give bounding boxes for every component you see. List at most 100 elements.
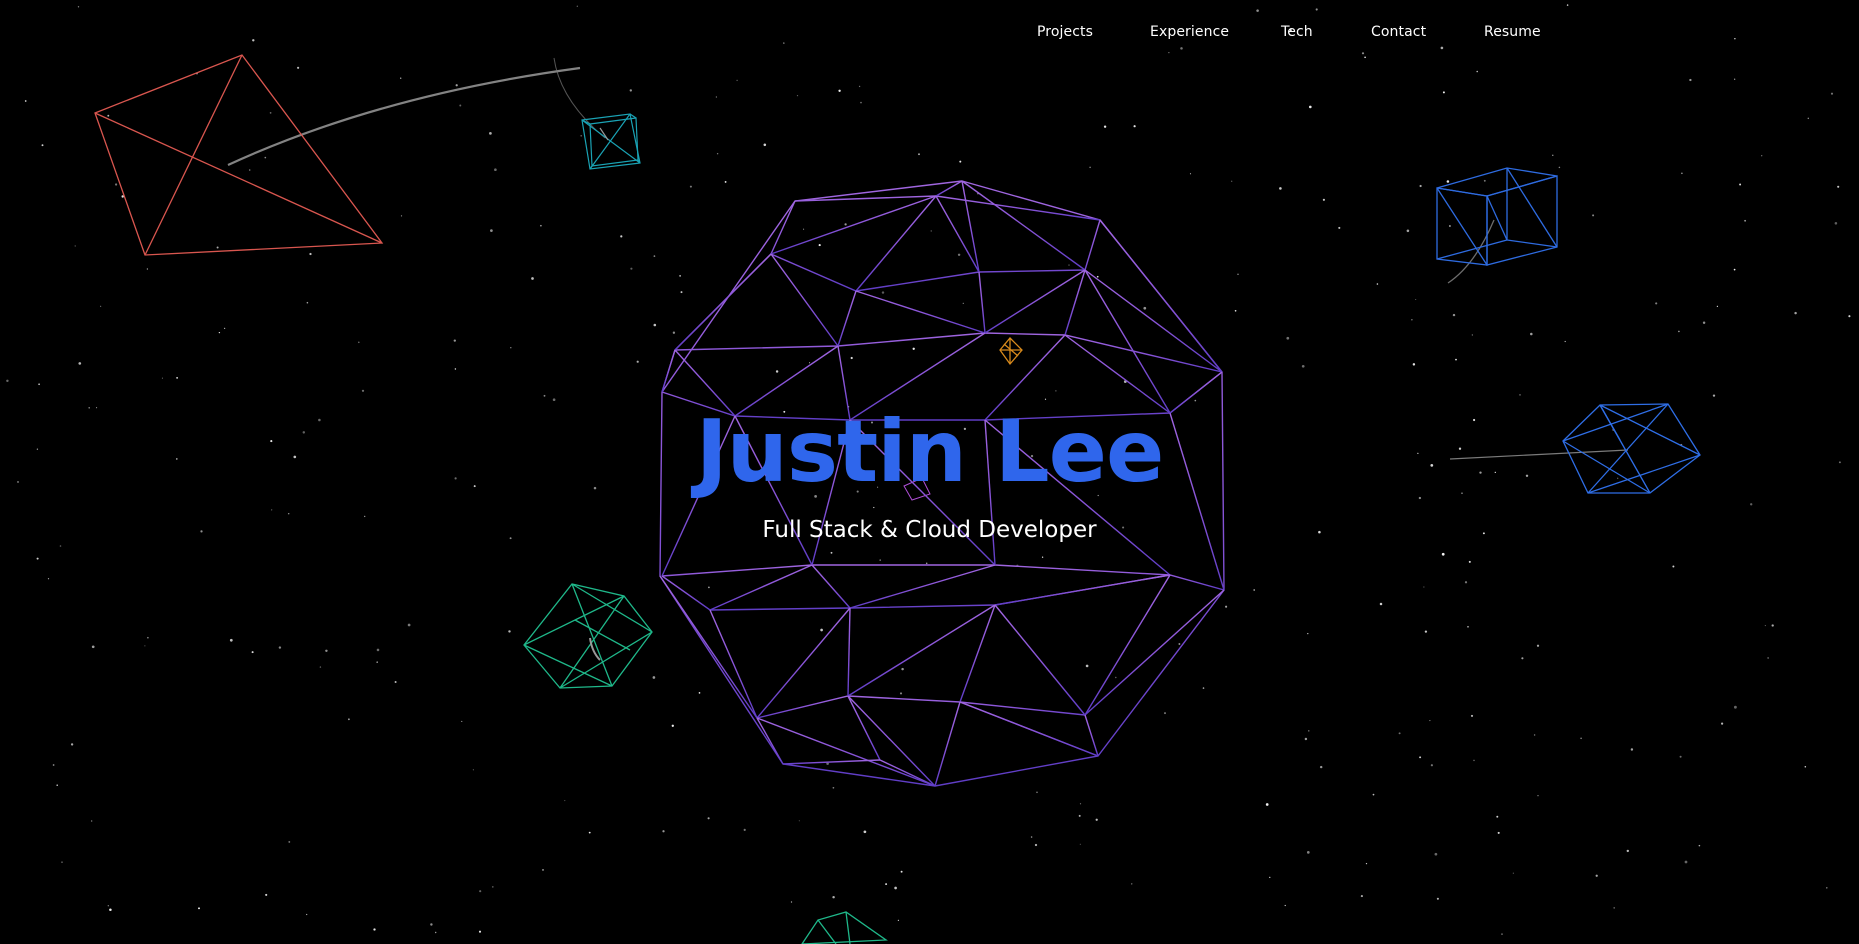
star <box>1468 560 1471 563</box>
star <box>1034 843 1038 847</box>
star <box>147 636 149 639</box>
star <box>52 764 55 766</box>
star <box>790 901 793 903</box>
polyhedron-green-bottom <box>801 911 888 944</box>
star <box>1566 4 1569 6</box>
star <box>1269 876 1271 879</box>
star <box>542 869 544 871</box>
star <box>885 883 888 886</box>
star <box>1455 358 1457 361</box>
star <box>820 628 823 632</box>
star <box>1626 849 1630 853</box>
star <box>1430 464 1434 467</box>
star <box>543 394 546 397</box>
star <box>1180 47 1183 50</box>
star <box>680 291 683 294</box>
star <box>1440 46 1444 50</box>
star <box>1734 38 1736 40</box>
star <box>1764 625 1766 627</box>
star <box>1617 477 1619 479</box>
star <box>115 183 118 186</box>
star <box>1734 705 1737 709</box>
star <box>400 215 403 217</box>
star <box>510 347 512 349</box>
star <box>1470 714 1474 717</box>
star <box>1767 657 1769 659</box>
star <box>489 132 492 135</box>
star <box>293 455 297 459</box>
nav-link-resume[interactable]: Resume <box>1484 24 1541 40</box>
star <box>689 185 692 188</box>
star <box>478 930 482 933</box>
star <box>783 42 785 44</box>
star <box>708 586 710 589</box>
nav-link-contact[interactable]: Contact <box>1371 24 1426 40</box>
star <box>593 486 597 490</box>
star <box>1452 313 1456 317</box>
star <box>407 623 411 627</box>
star <box>1411 319 1413 321</box>
star <box>850 356 853 360</box>
star <box>959 160 962 163</box>
star <box>1122 526 1125 529</box>
star <box>1361 52 1365 55</box>
star <box>287 512 290 515</box>
star <box>1761 155 1763 157</box>
star <box>319 666 322 668</box>
star <box>400 77 402 79</box>
star <box>1406 229 1410 233</box>
star <box>38 383 40 386</box>
star <box>269 112 272 114</box>
star <box>1168 52 1170 54</box>
star <box>494 168 497 172</box>
star <box>1424 630 1428 633</box>
star <box>1733 268 1736 271</box>
star <box>796 94 799 97</box>
star <box>1279 187 1282 190</box>
star <box>1364 56 1366 59</box>
star <box>454 368 457 370</box>
star <box>860 101 862 104</box>
star <box>229 638 233 642</box>
star <box>901 667 904 671</box>
star <box>1429 720 1431 722</box>
star <box>1044 398 1047 400</box>
star <box>459 104 462 107</box>
nav-link-projects[interactable]: Projects <box>1037 24 1093 40</box>
star <box>707 817 710 820</box>
nav-link-tech[interactable]: Tech <box>1281 24 1313 40</box>
star <box>270 440 273 443</box>
star <box>743 828 746 831</box>
star <box>1830 92 1834 95</box>
star <box>461 720 463 722</box>
star <box>1234 309 1237 312</box>
star <box>818 244 821 247</box>
star <box>325 649 328 653</box>
star <box>1225 605 1228 608</box>
star <box>1804 766 1807 768</box>
star <box>1536 644 1540 647</box>
nav-link-experience[interactable]: Experience <box>1150 24 1229 40</box>
star <box>198 907 200 910</box>
star <box>1681 172 1683 175</box>
star <box>580 134 583 137</box>
star <box>176 376 179 379</box>
star <box>1418 496 1422 500</box>
star <box>653 323 657 327</box>
star <box>918 153 920 156</box>
octahedron-red <box>94 54 384 256</box>
star <box>1265 803 1269 806</box>
star <box>91 820 93 822</box>
star <box>1689 78 1692 82</box>
star <box>1771 624 1774 627</box>
star <box>1467 626 1469 628</box>
star <box>724 180 727 183</box>
star <box>1079 803 1082 805</box>
star <box>1231 180 1233 182</box>
star <box>144 645 146 647</box>
star <box>531 277 534 280</box>
star <box>1580 737 1582 740</box>
star <box>306 301 309 304</box>
star <box>1419 184 1422 188</box>
star <box>223 327 226 330</box>
